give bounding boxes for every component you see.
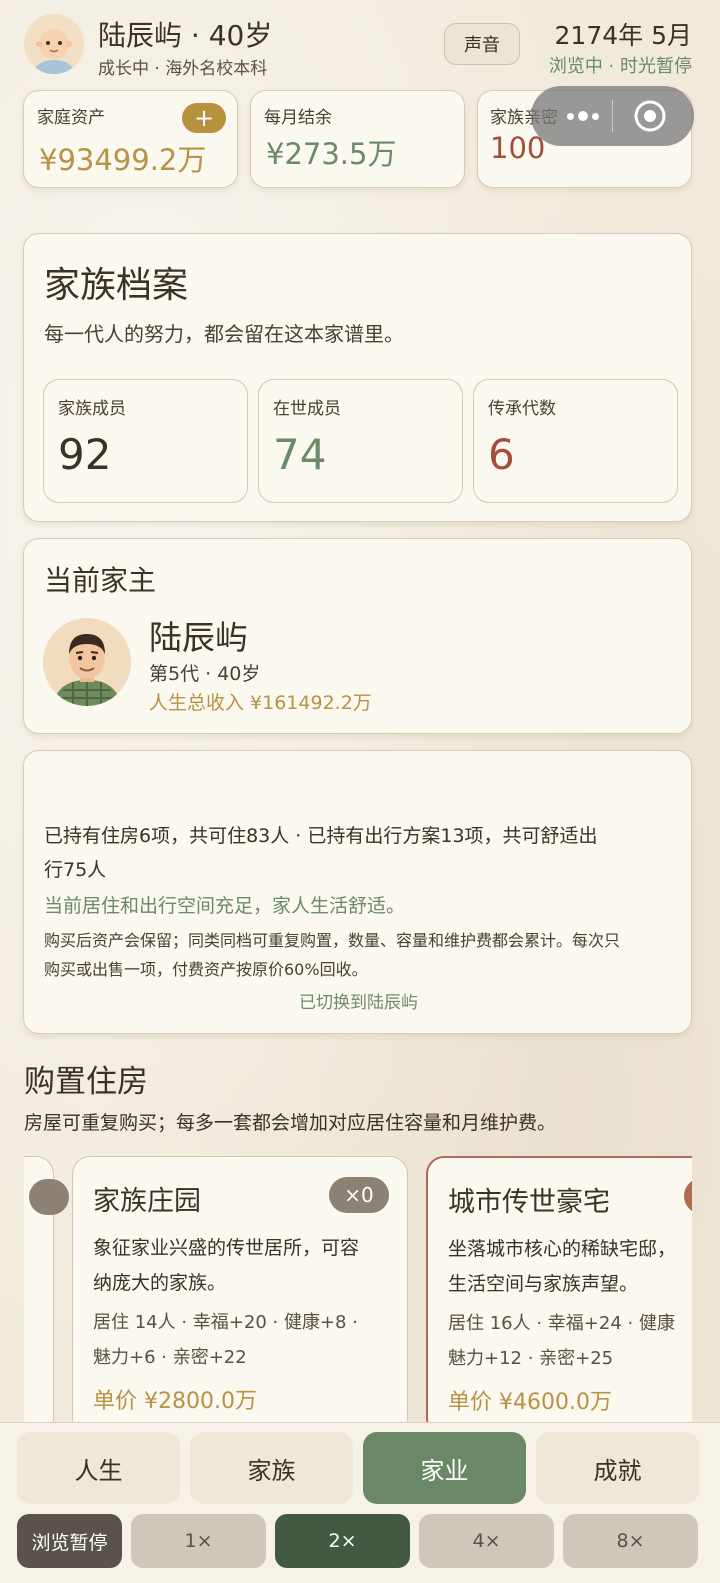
house-effect-2: 魅力+6 · 亲密+22 (93, 1347, 247, 1368)
game-status: 浏览中 · 时光暂停 (548, 56, 692, 77)
switch-notice: 已切换到陆辰屿 (299, 993, 418, 1013)
alive-label: 在世成员 (273, 399, 341, 419)
miniprogram-capsule (531, 86, 694, 146)
owned-count-badge (684, 1178, 692, 1214)
tab-achievements[interactable]: 成就 (536, 1432, 699, 1504)
head-avatar[interactable] (43, 618, 131, 706)
generations-label: 传承代数 (488, 399, 556, 419)
house-desc-2: 生活空间与家族声望。 (448, 1273, 639, 1295)
speed-8x-button[interactable]: 8× (563, 1514, 698, 1568)
house-effect-1: 居住 16人 · 幸福+24 · 健康 (448, 1313, 675, 1334)
intimacy-value: 100 (490, 131, 546, 165)
house-card-manor[interactable]: 家族庄园 ×0 象征家业兴盛的传世居所，可容 纳庞大的家族。 居住 14人 · … (72, 1156, 408, 1422)
head-title: 当前家主 (44, 564, 157, 597)
house-desc-2: 纳庞大的家族。 (93, 1272, 227, 1294)
baby-face-icon (24, 14, 84, 74)
tab-life[interactable]: 人生 (17, 1432, 180, 1504)
members-box: 家族成员 92 (43, 379, 248, 503)
owned-count-badge: ×0 (329, 1177, 389, 1213)
monthly-card: 每月结余 ¥273.5万 (250, 90, 465, 188)
summary-note-2: 购买或出售一项，付费资产按原价60%回收。 (44, 960, 368, 979)
archive-title: 家族档案 (44, 265, 189, 306)
members-value: 92 (58, 430, 112, 479)
summary-line-2: 行75人 (44, 859, 107, 881)
alive-box: 在世成员 74 (258, 379, 463, 503)
house-effect-2: 魅力+12 · 亲密+25 (448, 1348, 614, 1369)
house-card-mansion[interactable]: 城市传世豪宅 坐落城市核心的稀缺宅邸， 生活空间与家族声望。 居住 16人 · … (426, 1156, 692, 1422)
housing-desc: 房屋可重复购买；每多一套都会增加对应居住容量和月维护费。 (24, 1112, 557, 1134)
generations-value: 6 (488, 430, 515, 479)
summary-card: 已持有住房6项，共可住83人 · 已持有出行方案13项，共可舒适出 行75人 当… (23, 750, 692, 1034)
house-price: 单价 ¥2800.0万 (93, 1389, 257, 1414)
archive-desc: 每一代人的努力，都会留在这本家谱里。 (44, 322, 404, 346)
speed-1x-button[interactable]: 1× (131, 1514, 266, 1568)
house-name: 家族庄园 (93, 1186, 201, 1217)
house-desc-1: 象征家业兴盛的传世居所，可容 (93, 1237, 360, 1259)
assets-value: ¥93499.2万 (39, 143, 207, 177)
assets-card: 家庭资产 + ¥93499.2万 (23, 90, 238, 188)
monthly-value: ¥273.5万 (266, 137, 397, 171)
sound-button[interactable]: 声音 (444, 23, 520, 65)
player-subtitle: 成长中 · 海外名校本科 (98, 59, 268, 79)
head-meta: 第5代 · 40岁 (149, 663, 261, 685)
tab-business[interactable]: 家业 (363, 1432, 526, 1504)
generations-box: 传承代数 6 (473, 379, 678, 503)
pause-browse-button[interactable]: 浏览暂停 (17, 1514, 122, 1568)
housing-carousel[interactable]: 家族庄园 ×0 象征家业兴盛的传世居所，可容 纳庞大的家族。 居住 14人 · … (24, 1150, 692, 1422)
speed-4x-button[interactable]: 4× (419, 1514, 554, 1568)
summary-note-1: 购买后资产会保留；同类同档可重复购置，数量、容量和维护费都会累计。每次只 (44, 931, 621, 950)
house-price: 单价 ¥4600.0万 (448, 1390, 612, 1415)
plus-icon: + (193, 104, 215, 132)
house-effect-1: 居住 14人 · 幸福+20 · 健康+8 · (93, 1312, 358, 1333)
player-avatar[interactable] (24, 14, 84, 74)
tab-family[interactable]: 家族 (190, 1432, 353, 1504)
man-portrait-icon (43, 618, 131, 706)
assets-label: 家庭资产 (37, 108, 105, 128)
housing-title: 购置住房 (24, 1064, 148, 1100)
close-target-icon[interactable] (633, 99, 667, 133)
house-card-prev[interactable] (24, 1156, 69, 1422)
head-card: 当前家主 陆辰屿 第5代 · 40岁 人生总收入 ¥161492.2万 (23, 538, 692, 734)
alive-value: 74 (273, 430, 327, 479)
speed-2x-button[interactable]: 2× (275, 1514, 410, 1568)
members-label: 家族成员 (58, 399, 126, 419)
monthly-label: 每月结余 (264, 108, 332, 128)
head-income: 人生总收入 ¥161492.2万 (149, 692, 372, 714)
player-title: 陆辰屿 · 40岁 (98, 19, 273, 52)
summary-line-1: 已持有住房6项，共可住83人 · 已持有出行方案13项，共可舒适出 (44, 825, 598, 847)
add-assets-button[interactable]: + (182, 103, 226, 133)
house-name: 城市传世豪宅 (448, 1187, 610, 1218)
summary-green: 当前居住和出行空间充足，家人生活舒适。 (44, 895, 406, 917)
game-date: 2174年 5月 (554, 21, 692, 50)
more-icon[interactable] (553, 101, 613, 131)
head-name: 陆辰屿 (149, 618, 248, 657)
house-desc-1: 坐落城市核心的稀缺宅邸， (448, 1238, 677, 1260)
